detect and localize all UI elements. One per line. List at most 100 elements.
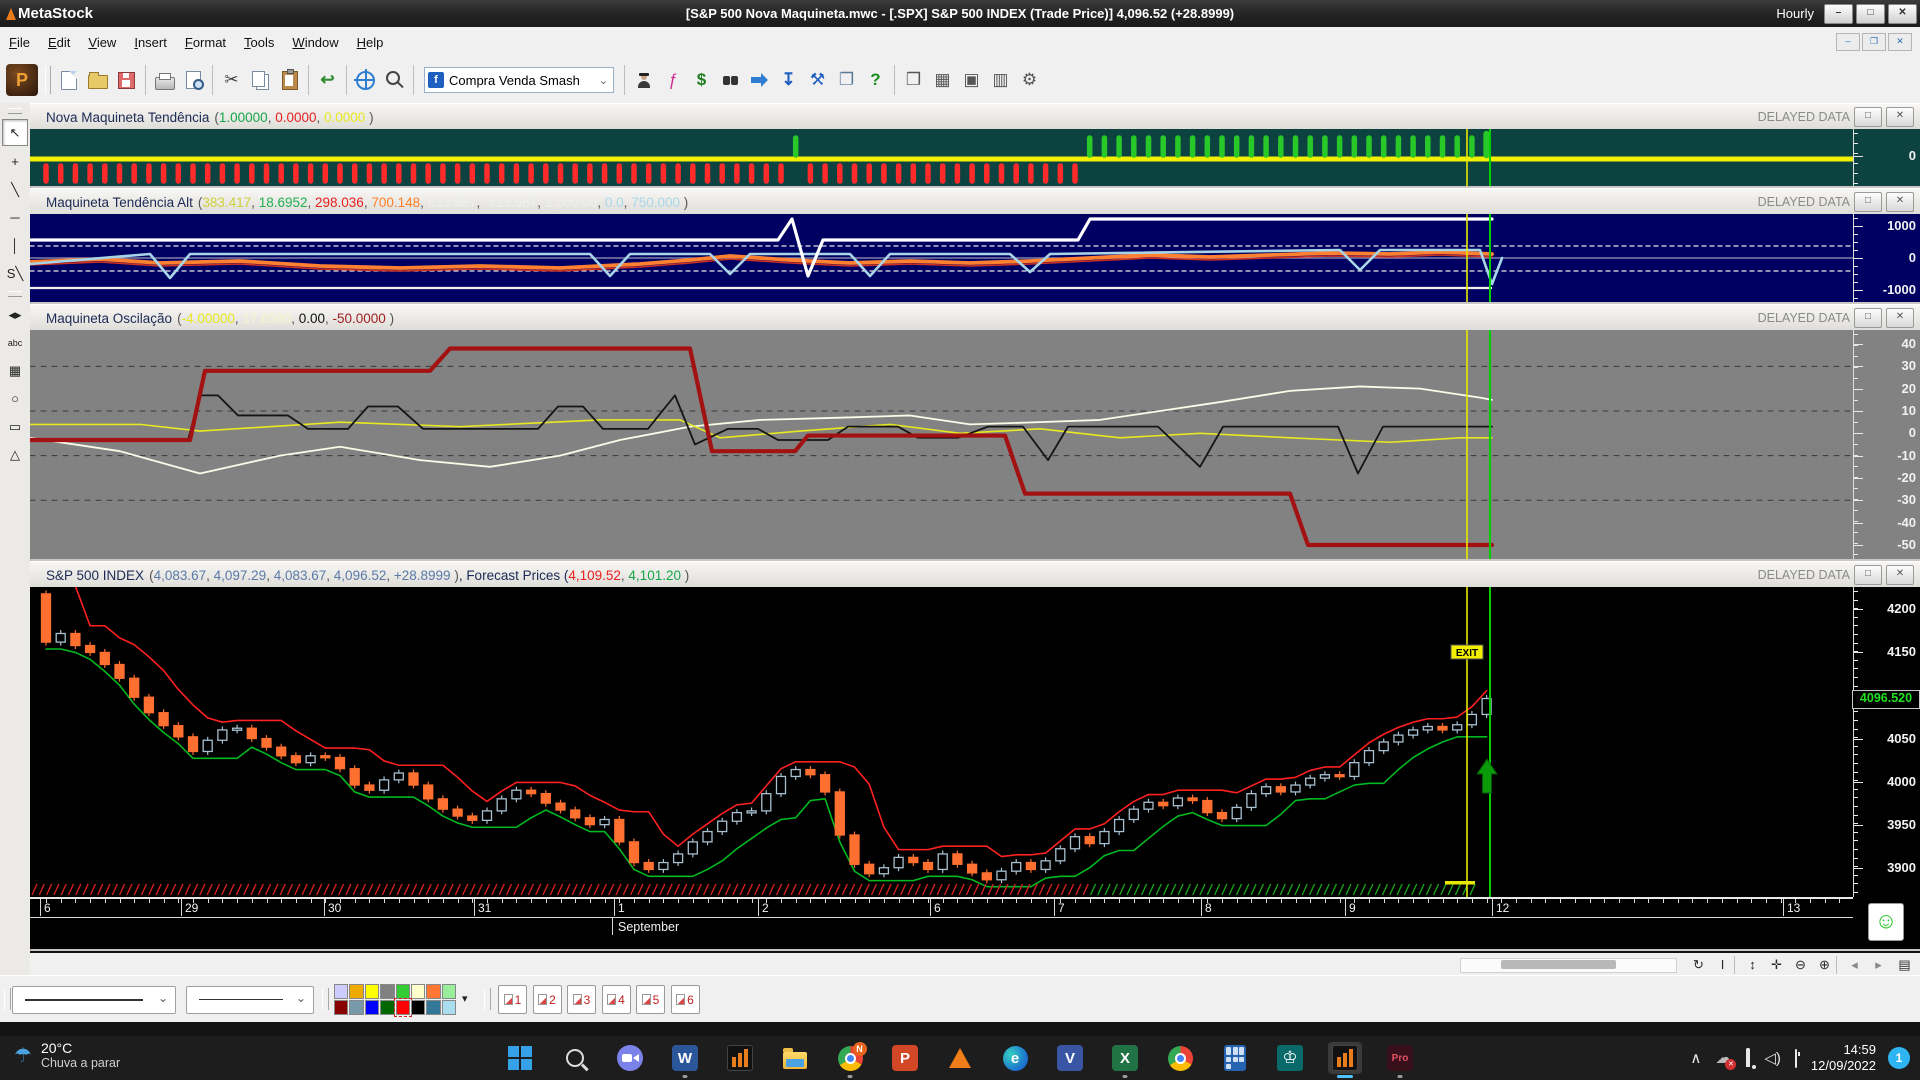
taskbar-icon-chrome[interactable]: N [833,1041,867,1078]
open-chart-icon[interactable] [84,67,111,94]
menu-item-edit[interactable]: Edit [39,28,79,57]
color-swatch[interactable] [364,984,380,999]
copy-icon[interactable] [247,67,274,94]
downloader-icon[interactable]: ↧ [775,67,802,94]
rectangle-tool[interactable]: ▭ [3,414,27,439]
panel-maximize-button[interactable]: □ [1854,192,1882,212]
taskbar-icon-metastock-active[interactable] [1328,1042,1362,1078]
pan-button[interactable]: ✛ [1766,955,1787,975]
clock[interactable]: 14:59 12/09/2022 [1811,1042,1876,1074]
line-style-select[interactable]: ⌄ [12,986,176,1014]
panel-tendencia-alt[interactable]: 1000 0 -1000 [30,214,1920,302]
forecaster-arrow-icon[interactable] [746,67,773,94]
minimize-button[interactable]: – [1824,3,1853,24]
color-swatch[interactable] [364,1000,380,1015]
pointer-tool[interactable]: ↖ [2,119,28,146]
semilog-trend-tool[interactable]: S╲ [3,261,27,286]
layout-template-button-4[interactable]: 4 [601,985,631,1014]
taskbar-icon-vlc[interactable] [943,1042,977,1074]
ellipse-tool[interactable]: ○ [3,386,27,411]
weather-widget[interactable]: ☂ 20°C Chuva a parar [14,1040,120,1070]
data-window-button[interactable]: ▤ [1894,955,1915,975]
volume-icon[interactable]: ◁) [1764,1049,1781,1067]
taskbar-icon-metastock-pro[interactable]: Pro [1383,1042,1417,1078]
crosshair-tool[interactable]: + [3,149,27,174]
tile-windows-icon[interactable]: ▦ [929,67,956,94]
wifi-icon[interactable] [1746,1047,1751,1067]
notification-badge[interactable]: 1 [1888,1047,1910,1069]
menu-item-window[interactable]: Window [283,28,347,57]
horizontal-scrollbar[interactable] [1460,958,1677,973]
trendline-tool[interactable]: ╲ [3,177,27,202]
color-swatch[interactable] [426,1000,441,1015]
bar-spacing-button[interactable]: Ι [1712,955,1733,975]
layout-template-button-6[interactable]: 6 [670,985,700,1014]
mdi-restore-button[interactable]: ❐ [1862,33,1886,51]
print-icon[interactable] [151,67,178,94]
plot-area[interactable] [30,330,1853,559]
color-swatch[interactable] [334,984,349,999]
color-swatch[interactable] [380,1000,395,1015]
taskbar-icon-excel[interactable]: X [1108,1042,1142,1078]
color-swatch[interactable] [410,984,426,999]
page-left-button[interactable]: ◂ [1844,955,1865,975]
print-preview-icon[interactable] [180,67,207,94]
mdi-close-button[interactable]: ✕ [1888,33,1912,51]
expert-combo[interactable]: f Compra Venda Smash ⌄ [424,67,614,93]
grid-tool[interactable]: ▦ [3,358,27,383]
the-explorer-icon[interactable] [630,67,657,94]
zoom-out-button[interactable]: ⊖ [1790,955,1811,975]
window-settings-icon[interactable]: ⚙ [1016,67,1043,94]
taskbar-icon-search[interactable] [558,1042,592,1074]
panel-maximize-button[interactable]: □ [1854,107,1882,127]
vertical-line-tool[interactable]: │ [3,233,27,258]
save-chart-icon[interactable] [113,67,140,94]
panel-price-chart[interactable]: EXIT 4200 4150 4050 4000 3950 3900 4096.520 [30,587,1920,897]
paste-icon[interactable] [276,67,303,94]
page-right-button[interactable]: ▸ [1868,955,1889,975]
taskbar-icon-chrome-profile-2[interactable] [1163,1042,1197,1074]
panel-tendencia[interactable]: 0 [30,129,1920,186]
panel-close-button[interactable]: ✕ [1886,107,1914,127]
taskbar-icon-visio[interactable]: V [1053,1042,1087,1074]
indicator-builder-icon[interactable]: ƒ [659,67,686,94]
menu-item-format[interactable]: Format [176,28,235,57]
crosshair-pointer-icon[interactable] [352,67,379,94]
horizontal-line-tool[interactable]: ─ [3,205,27,230]
tile-horizontal-icon[interactable]: ▥ [987,67,1014,94]
taskbar-icon-file-explorer[interactable] [778,1042,812,1074]
close-button[interactable]: ✕ [1888,3,1917,24]
color-swatch[interactable] [393,998,412,1017]
taskbar-icon-chess[interactable]: ♔ [1273,1042,1307,1074]
plot-area[interactable] [30,129,1853,186]
layout-template-button-1[interactable]: 1 [498,985,527,1014]
scrollbar-thumb[interactable] [1501,960,1616,969]
p-logo-icon[interactable]: P [6,64,38,96]
menu-item-view[interactable]: View [79,28,125,57]
taskbar-icon-metastock[interactable] [723,1042,757,1074]
maximize-button[interactable]: □ [1856,3,1885,24]
color-swatch[interactable] [380,984,395,999]
color-swatch[interactable] [441,1000,456,1015]
triangle-tool[interactable]: △ [3,442,27,467]
text-tool[interactable]: abc [3,330,27,355]
panel-close-button[interactable]: ✕ [1886,192,1914,212]
panel-maximize-button[interactable]: □ [1854,308,1882,328]
scroll-tool[interactable]: ◂▸ [3,302,27,327]
tray-chevron-icon[interactable]: ∧ [1690,1049,1701,1067]
layout-template-button-2[interactable]: 2 [532,985,562,1014]
chart-window-icon[interactable]: ▣ [958,67,985,94]
taskbar-icon-video-call[interactable] [613,1042,647,1074]
onedrive-error-icon[interactable]: ☁ [1715,1048,1737,1070]
panel-close-button[interactable]: ✕ [1886,308,1914,328]
color-swatch[interactable] [410,1000,426,1015]
menu-item-file[interactable]: File [0,28,39,57]
panel-oscilacao[interactable]: 40 30 20 10 0 -10 -20 -30 -40 -50 [30,330,1920,559]
palette-dropdown-arrow[interactable]: ▾ [462,992,468,1005]
context-help-icon[interactable]: ? [862,67,889,94]
system-tester-icon[interactable]: ⚒ [804,67,831,94]
undo-icon[interactable]: ↩ [314,67,341,94]
taskbar-icon-powerpoint[interactable]: P [888,1042,922,1074]
plot-area[interactable]: EXIT [30,587,1853,897]
layout-template-button-3[interactable]: 3 [567,985,596,1014]
